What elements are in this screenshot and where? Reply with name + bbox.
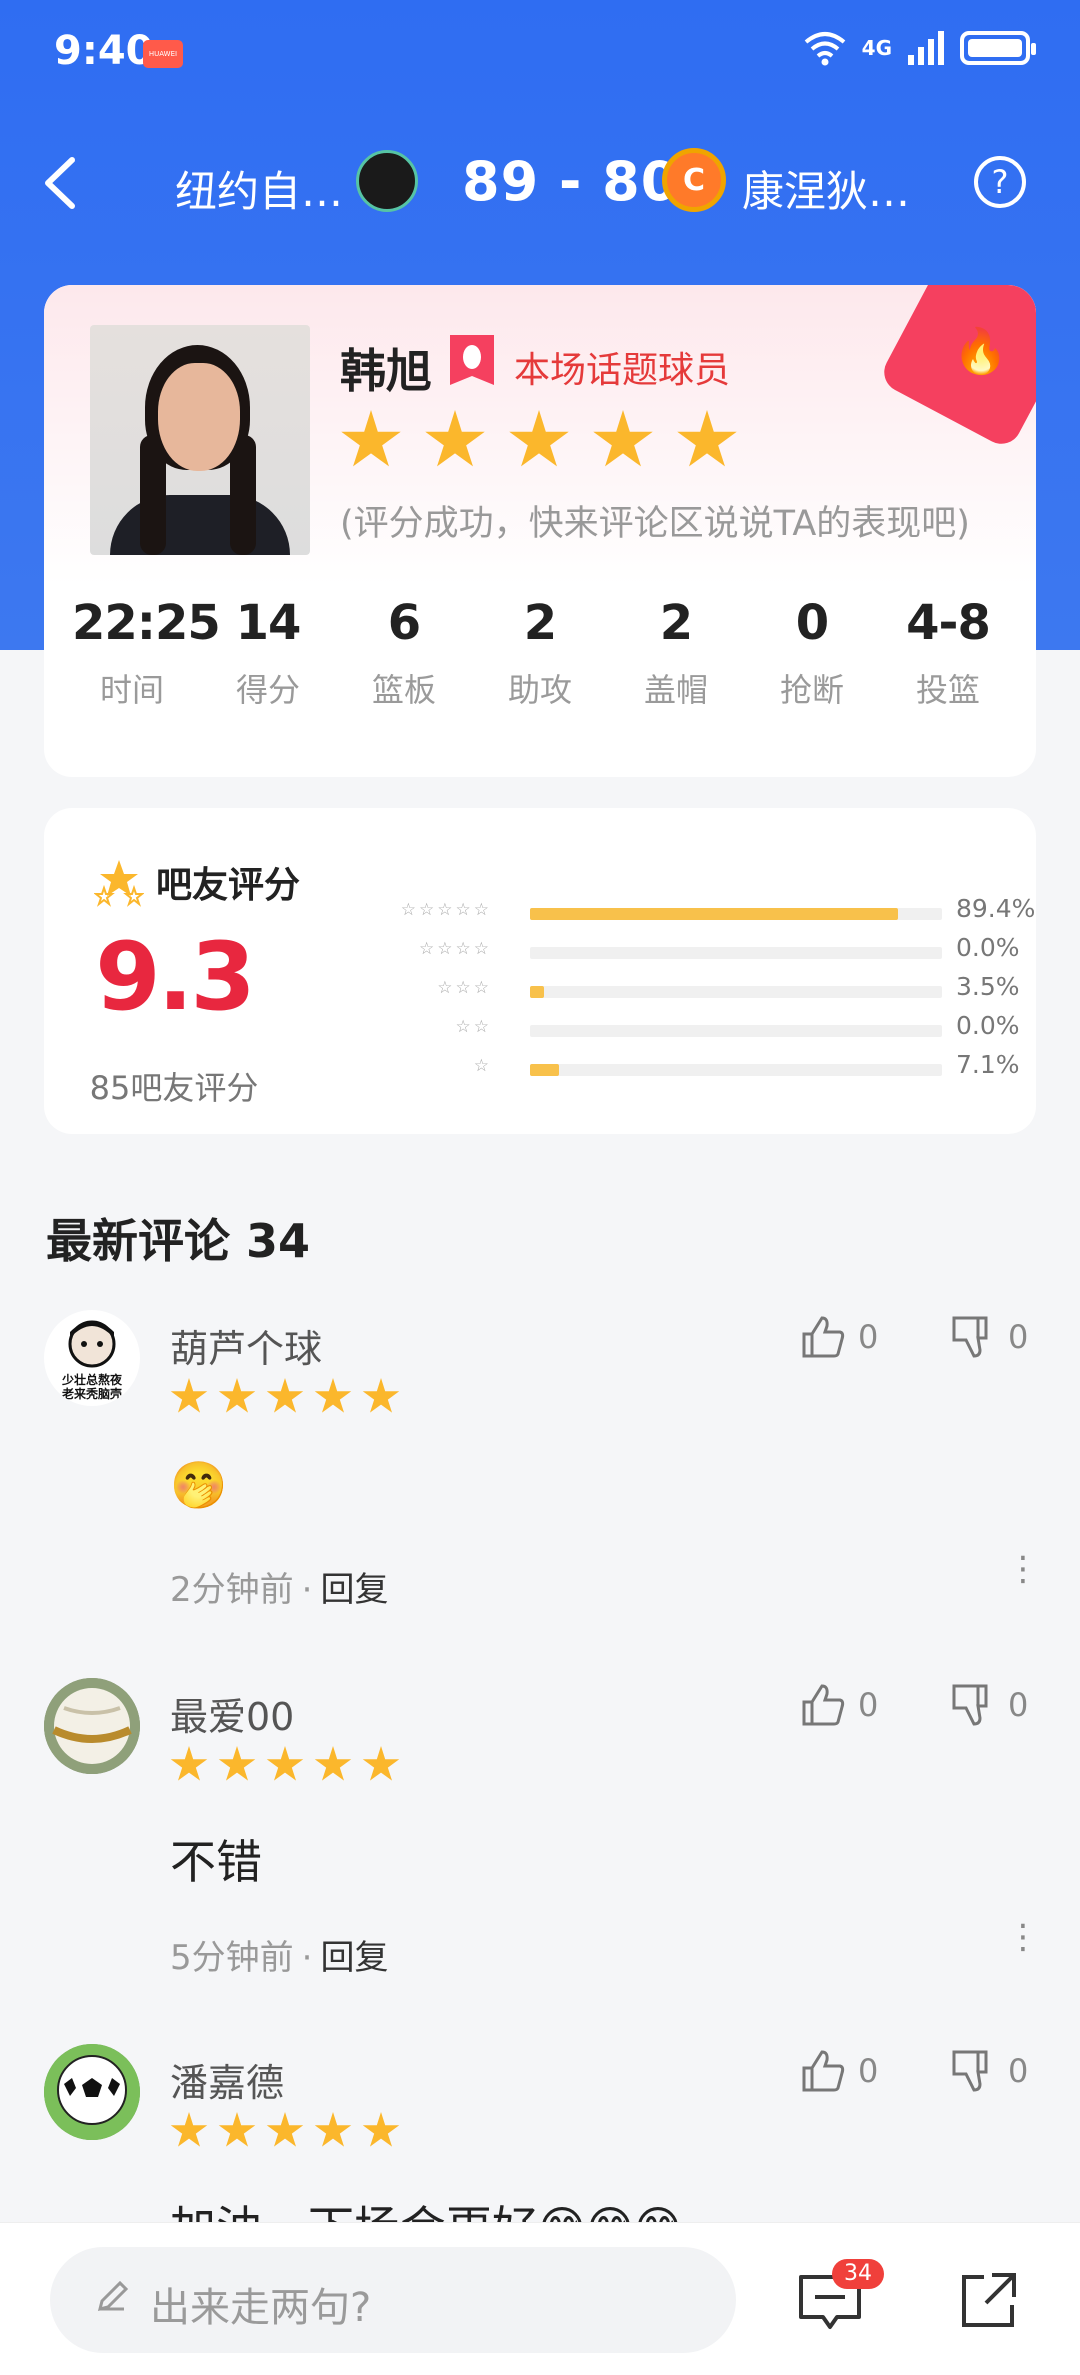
svg-text:老来秃脑壳: 老来秃脑壳 (62, 1386, 122, 1401)
stat-time: 22:25 时间 (72, 595, 221, 709)
fan-rating-count: 85吧友评分 (89, 1069, 259, 1107)
more-options-icon[interactable]: ⋮ (1006, 1552, 1040, 1586)
stat-assists: 2 助攻 (507, 595, 572, 709)
rating-row-2: ☆☆ 0.0% (455, 1011, 1020, 1040)
comment-item: 最爱00 不错 5分钟前 · 回复 ⋮ 0 0 (0, 1678, 1080, 2038)
status-time: 9:40 (54, 28, 154, 74)
thumbs-down-icon (952, 1684, 988, 1726)
back-arrow-icon[interactable] (32, 148, 92, 218)
fan-rating-card: 吧友评分 9.3 85吧友评分 ☆☆☆☆☆ 89.4% ☆☆☆☆ 0.0% ☆☆☆ 3… (44, 808, 1036, 1134)
comment-meta: 5分钟前 · 回复 (170, 1938, 389, 1978)
player-stats: 22:25 时间 14 得分 6 篮板 2 助攻 2 盖帽 0 抢断 4-8 投篮 (44, 595, 1036, 711)
stat-shooting: 4-8 投篮 (906, 595, 991, 709)
comment-item: 少壮总熬夜 老来秃脑壳 葫芦个球 🤭 2分钟前 · 回复 ⋮ 0 0 (0, 1310, 1080, 1670)
hot-player-label: 本场话题球员 (514, 350, 731, 391)
rating-star-1[interactable] (341, 410, 401, 467)
rating-star-4[interactable] (593, 410, 653, 467)
share-icon[interactable] (958, 2269, 1020, 2331)
stat-steals: 0 抢断 (779, 595, 844, 709)
match-nav-bar: 纽约自… 89 - 80 C 康涅狄… ? (0, 130, 1080, 240)
avatar[interactable]: 少壮总熬夜 老来秃脑壳 (44, 1310, 140, 1406)
bottom-bar: 出来走两句? 34 (0, 2222, 1080, 2375)
avatar[interactable] (44, 1678, 140, 1774)
away-team-logo[interactable]: C (662, 148, 726, 212)
fan-rating-title: 吧友评分 (156, 865, 301, 906)
stat-rebounds: 6 篮板 (371, 595, 436, 709)
comment-username[interactable]: 葫芦个球 (170, 1318, 322, 1373)
reply-button[interactable]: 回复 (320, 1938, 388, 1978)
thumbs-up-icon (802, 2050, 845, 2092)
rating-bar-fill (530, 1064, 560, 1076)
comment-count-badge: 34 (832, 2259, 884, 2289)
comments-header: 最新评论 34 (46, 1214, 311, 1268)
help-icon[interactable]: ? (974, 156, 1026, 208)
player-name: 韩旭 (340, 344, 432, 398)
comment-time: 5分钟前 (170, 1938, 294, 1978)
reply-button[interactable]: 回复 (320, 1570, 388, 1610)
like-button[interactable]: 0 (800, 2048, 878, 2094)
like-button[interactable]: 0 (800, 1682, 878, 1728)
flame-icon: 🔥 (953, 326, 1008, 377)
pen-icon (97, 2280, 129, 2312)
away-team-name[interactable]: 康涅狄… (742, 158, 910, 219)
player-photo (90, 325, 310, 555)
rating-row-1: ☆ 7.1% (473, 1050, 1020, 1079)
comment-text: 不错 (170, 1835, 262, 1889)
svg-text:少壮总熬夜: 少壮总熬夜 (61, 1372, 123, 1387)
thumbs-up-icon (802, 1684, 845, 1726)
away-logo-letter: C (682, 163, 706, 198)
battery-icon (960, 31, 1036, 65)
player-card: 🔥 韩旭 本场话题球员 (评分成功，快来评论区说说TA的表现吧) 22:25 时间… (44, 285, 1036, 777)
app-notification-icon: HUAWEI (143, 40, 183, 68)
home-team-logo[interactable] (356, 150, 418, 212)
rating-distribution: ☆☆☆☆☆ 89.4% ☆☆☆☆ 0.0% ☆☆☆ 3.5% ☆☆ 0.0% ☆ 7.1% (354, 894, 1036, 1091)
comment-input[interactable]: 出来走两句? (50, 2247, 736, 2353)
comment-meta: 2分钟前 · 回复 (170, 1570, 389, 1610)
comment-stars (170, 2112, 400, 2150)
soccer-ball-avatar-icon (44, 2044, 140, 2140)
network-type: 4G (861, 36, 892, 60)
meme-avatar-icon: 少壮总熬夜老来秃脑壳 (61, 1320, 123, 1401)
system-icons: 4G (802, 30, 1036, 66)
rating-star-3[interactable] (509, 410, 569, 467)
dislike-button[interactable]: 0 (950, 1682, 1028, 1728)
rating-bar-fill (530, 908, 899, 920)
comment-username[interactable]: 潘嘉德 (170, 2052, 284, 2107)
comment-time: 2分钟前 (170, 1570, 294, 1610)
wifi-icon (804, 32, 845, 66)
rating-row-3: ☆☆☆ 3.5% (437, 972, 1020, 1001)
match-score: 89 - 80 (462, 150, 680, 213)
rating-hint: (评分成功，快来评论区说说TA的表现吧) (340, 504, 970, 544)
stat-points: 14 得分 (235, 595, 302, 709)
comment-stars (170, 1378, 400, 1416)
more-options-icon[interactable]: ⋮ (1006, 1920, 1040, 1954)
rating-bar-fill (530, 986, 545, 998)
thumbs-down-icon (952, 1316, 988, 1358)
comment-username[interactable]: 最爱00 (170, 1686, 294, 1741)
like-button[interactable]: 0 (800, 1314, 878, 1360)
fan-rating-score: 9.3 (95, 923, 256, 1032)
rating-row-5: ☆☆☆☆☆ 89.4% (400, 894, 1036, 923)
rating-star-5[interactable] (677, 410, 737, 467)
rating-star-2[interactable] (425, 410, 485, 467)
football-avatar-icon (44, 1678, 140, 1774)
thumbs-up-icon (802, 1316, 845, 1358)
player-star-rating[interactable] (340, 410, 738, 472)
status-bar: 9:40 HUAWEI 4G (0, 0, 1080, 110)
stat-blocks: 2 盖帽 (643, 595, 708, 709)
signal-icon (908, 31, 944, 65)
rating-row-4: ☆☆☆☆ 0.0% (419, 933, 1020, 962)
comment-stars (170, 1746, 400, 1784)
thumbs-down-icon (952, 2050, 988, 2092)
dislike-button[interactable]: 0 (950, 2048, 1028, 2094)
dislike-button[interactable]: 0 (950, 1314, 1028, 1360)
comment-input-placeholder: 出来走两句? (150, 2285, 372, 2331)
comment-text: 🤭 (170, 1458, 228, 1512)
avatar[interactable] (44, 2044, 140, 2140)
stars-icon (94, 860, 144, 907)
home-team-name[interactable]: 纽约自… (175, 158, 343, 219)
